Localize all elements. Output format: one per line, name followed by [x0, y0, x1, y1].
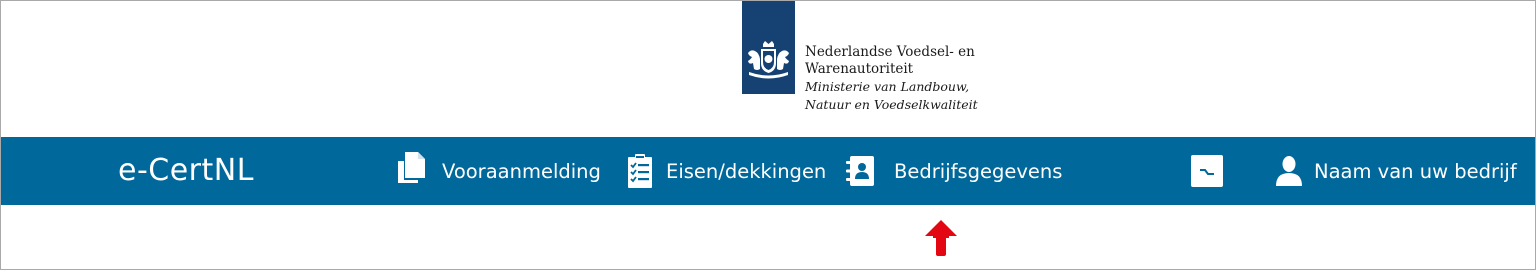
organisation-name: Nederlandse Voedsel- en Warenautoriteit … — [805, 44, 978, 114]
address-book-icon — [846, 156, 874, 186]
nav-item-vooraanmelding[interactable]: Vooraanmelding — [396, 137, 601, 205]
nav-label-eisen-dekkingen: Eisen/dekkingen — [666, 159, 827, 183]
nav-item-bedrijfsgegevens[interactable]: Bedrijfsgegevens — [846, 137, 1062, 205]
documents-icon — [396, 152, 428, 190]
app-brand[interactable]: e-CertNL — [118, 137, 254, 205]
clipboard-checklist-icon — [628, 154, 652, 188]
site-header: Nederlandse Voedsel- en Warenautoriteit … — [1, 1, 1535, 137]
ministry-line-2: Natuur en Voedselkwaliteit — [805, 97, 978, 112]
logout-button[interactable] — [1191, 137, 1223, 205]
coat-of-arms-icon — [748, 41, 789, 79]
org-name-line-1: Nederlandse Voedsel- en — [805, 44, 975, 60]
government-logo[interactable] — [742, 1, 795, 94]
red-up-arrow-icon — [922, 218, 960, 262]
user-icon — [1276, 156, 1302, 186]
ministry-line-1: Ministerie van Landbouw, — [805, 79, 970, 94]
logout-icon — [1191, 155, 1223, 187]
org-name-line-2: Warenautoriteit — [805, 61, 914, 77]
nav-item-eisen-dekkingen[interactable]: Eisen/dekkingen — [628, 137, 826, 205]
nav-label-bedrijfsgegevens: Bedrijfsgegevens — [894, 159, 1063, 183]
nav-label-vooraanmelding: Vooraanmelding — [442, 159, 601, 183]
user-company-name: Naam van uw bedrijf — [1314, 159, 1517, 183]
user-menu[interactable]: Naam van uw bedrijf — [1276, 137, 1517, 205]
main-navbar: e-CertNL Vooraanmelding Eisen/dekkingen … — [1, 137, 1535, 205]
